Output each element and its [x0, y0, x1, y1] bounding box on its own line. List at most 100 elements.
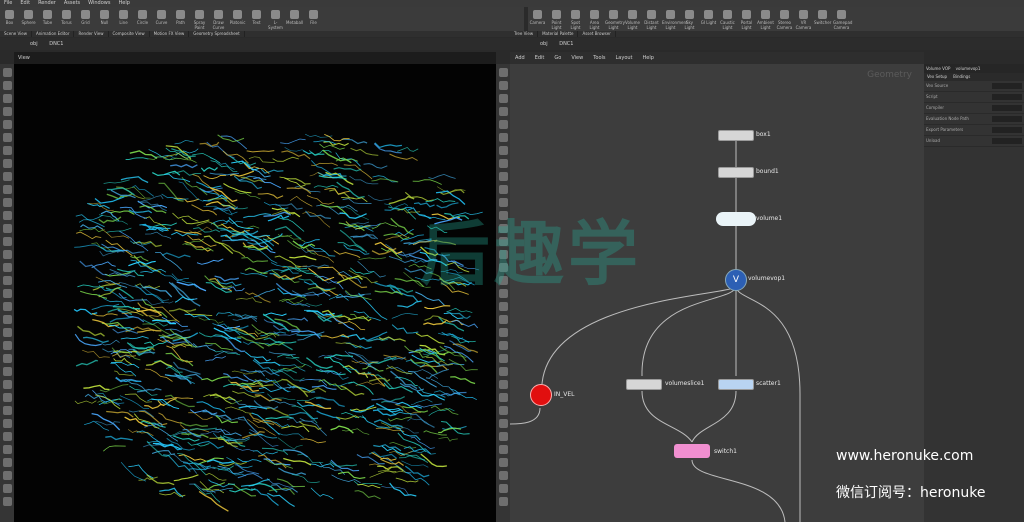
- shelf-grid-button[interactable]: Grid: [77, 9, 94, 29]
- node-bound1[interactable]: [718, 167, 754, 178]
- shelf-platonic-button[interactable]: Platonic: [229, 9, 246, 29]
- node-in-vel[interactable]: [530, 384, 552, 406]
- menu-item-edit[interactable]: Edit: [20, 0, 30, 7]
- display-option-icon[interactable]: [498, 133, 508, 142]
- viewport-tool-icon[interactable]: [2, 458, 12, 467]
- tab-animation-editor[interactable]: Animation Editor: [32, 31, 75, 37]
- viewport-tool-icon[interactable]: [2, 250, 12, 259]
- viewport-tool-icon[interactable]: [2, 237, 12, 246]
- light-shelf-vr-camera-button[interactable]: VR Camera: [795, 9, 812, 30]
- display-option-icon[interactable]: [498, 497, 508, 506]
- light-shelf-camera-button[interactable]: Camera: [529, 9, 546, 29]
- display-option-icon[interactable]: [498, 471, 508, 480]
- node-volumeslice1[interactable]: [626, 379, 662, 390]
- node-volumevop1[interactable]: V: [725, 269, 747, 291]
- node-volume1[interactable]: [716, 212, 756, 226]
- light-shelf-sky-light-button[interactable]: Sky Light: [681, 9, 698, 30]
- viewport-tool-icon[interactable]: [2, 107, 12, 116]
- parm-tab-vex-setup[interactable]: Vex Setup: [927, 74, 947, 79]
- network-menu-tools[interactable]: Tools: [593, 55, 605, 61]
- display-option-icon[interactable]: [498, 393, 508, 402]
- viewport-tool-icon[interactable]: [2, 380, 12, 389]
- viewport-tool-icon[interactable]: [2, 224, 12, 233]
- display-option-icon[interactable]: [498, 185, 508, 194]
- light-shelf-point-light-button[interactable]: Point Light: [548, 9, 565, 30]
- shelf-circle-button[interactable]: Circle: [134, 9, 151, 29]
- display-option-icon[interactable]: [498, 328, 508, 337]
- menu-item-windows[interactable]: Windows: [88, 0, 110, 7]
- shelf-l-system-button[interactable]: L-System: [267, 9, 284, 30]
- viewport-tool-icon[interactable]: [2, 471, 12, 480]
- viewport-tool-icon[interactable]: [2, 406, 12, 415]
- menu-item-assets[interactable]: Assets: [64, 0, 80, 7]
- viewport-tool-icon[interactable]: [2, 81, 12, 90]
- display-option-icon[interactable]: [498, 315, 508, 324]
- viewport-tool-icon[interactable]: [2, 146, 12, 155]
- light-shelf-area-light-button[interactable]: Area Light: [586, 9, 603, 30]
- shelf-sphere-button[interactable]: Sphere: [20, 9, 37, 29]
- shelf-null-button[interactable]: Null: [96, 9, 113, 29]
- display-option-icon[interactable]: [498, 367, 508, 376]
- viewport-tool-icon[interactable]: [2, 198, 12, 207]
- parm-field[interactable]: [992, 127, 1022, 133]
- tab-material-palette[interactable]: Material Palette: [538, 31, 579, 37]
- parm-tab-bindings[interactable]: Bindings: [953, 74, 970, 79]
- viewport-tool-icon[interactable]: [2, 497, 12, 506]
- viewport-node[interactable]: DNC1: [49, 41, 63, 47]
- viewport-tool-icon[interactable]: [2, 185, 12, 194]
- display-option-icon[interactable]: [498, 406, 508, 415]
- shelf-tube-button[interactable]: Tube: [39, 9, 56, 29]
- network-menu-go[interactable]: Go: [554, 55, 561, 61]
- display-option-icon[interactable]: [498, 94, 508, 103]
- viewport-tool-icon[interactable]: [2, 393, 12, 402]
- viewport-tool-icon[interactable]: [2, 289, 12, 298]
- viewport-tool-icon[interactable]: [2, 432, 12, 441]
- display-option-icon[interactable]: [498, 432, 508, 441]
- viewport-tool-icon[interactable]: [2, 341, 12, 350]
- display-option-icon[interactable]: [498, 458, 508, 467]
- light-shelf-gi-light-button[interactable]: GI Light: [700, 9, 717, 29]
- shelf-box-button[interactable]: Box: [1, 9, 18, 29]
- shelf-file-button[interactable]: File: [305, 9, 322, 29]
- viewport-tool-icon[interactable]: [2, 211, 12, 220]
- viewport-path[interactable]: obj: [30, 41, 38, 47]
- network-menu-layout[interactable]: Layout: [616, 55, 633, 61]
- display-option-icon[interactable]: [498, 172, 508, 181]
- light-shelf-caustic-light-button[interactable]: Caustic Light: [719, 9, 736, 30]
- shelf-torus-button[interactable]: Torus: [58, 9, 75, 29]
- menu-item-render[interactable]: Render: [38, 0, 56, 7]
- tab-geometry-spreadsheet[interactable]: Geometry Spreadsheet: [189, 31, 245, 37]
- parm-node-name[interactable]: volumevop1: [956, 66, 981, 71]
- display-option-icon[interactable]: [498, 419, 508, 428]
- viewport-tool-icon[interactable]: [2, 328, 12, 337]
- display-option-icon[interactable]: [498, 380, 508, 389]
- parm-field[interactable]: [992, 105, 1022, 111]
- light-shelf-stereo-camera-button[interactable]: Stereo Camera: [776, 9, 793, 30]
- display-option-icon[interactable]: [498, 146, 508, 155]
- parm-field[interactable]: [992, 116, 1022, 122]
- parm-field[interactable]: [992, 138, 1022, 144]
- viewport-tool-icon[interactable]: [2, 484, 12, 493]
- light-shelf-portal-light-button[interactable]: Portal Light: [738, 9, 755, 30]
- shelf-curve-button[interactable]: Curve: [153, 9, 170, 29]
- viewport-tool-icon[interactable]: [2, 367, 12, 376]
- light-shelf-volume-light-button[interactable]: Volume Light: [624, 9, 641, 30]
- parm-field[interactable]: [992, 83, 1022, 89]
- viewport-tool-icon[interactable]: [2, 133, 12, 142]
- node-box1[interactable]: [718, 130, 754, 141]
- network-path[interactable]: obj: [540, 41, 548, 47]
- tab-render-view[interactable]: Render View: [74, 31, 109, 37]
- display-option-icon[interactable]: [498, 68, 508, 77]
- shelf-spray-paint-button[interactable]: Spray Paint: [191, 9, 208, 30]
- network-menu-add[interactable]: Add: [515, 55, 525, 61]
- light-shelf-gamepad-camera-button[interactable]: Gamepad Camera: [833, 9, 852, 30]
- network-menu-edit[interactable]: Edit: [535, 55, 545, 61]
- shelf-line-button[interactable]: Line: [115, 9, 132, 29]
- network-menu-help[interactable]: Help: [643, 55, 654, 61]
- shelf-metaball-button[interactable]: Metaball: [286, 9, 303, 29]
- display-option-icon[interactable]: [498, 120, 508, 129]
- viewport-tool-icon[interactable]: [2, 68, 12, 77]
- shelf-text-button[interactable]: Text: [248, 9, 265, 29]
- display-option-icon[interactable]: [498, 159, 508, 168]
- shelf-draw-curve-button[interactable]: Draw Curve: [210, 9, 227, 30]
